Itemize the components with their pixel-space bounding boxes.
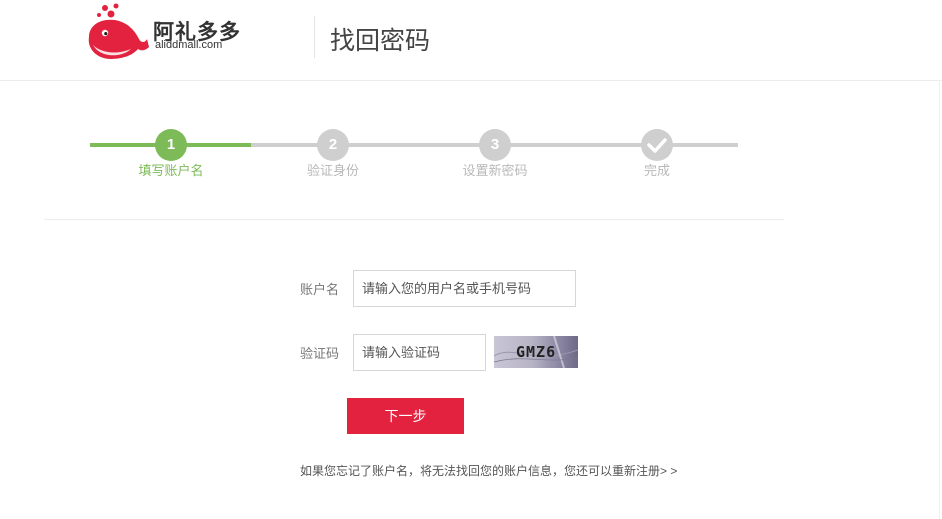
logo[interactable]: 阿礼多多 aliddmall.com bbox=[83, 3, 240, 61]
step-3-circle: 3 bbox=[479, 129, 511, 161]
step-2-label: 验证身份 bbox=[306, 163, 359, 178]
captcha-label: 验证码 bbox=[300, 346, 340, 361]
hint-message: 如果您忘记了账户名，将无法找回您的账户信息，您还可以 bbox=[300, 464, 613, 478]
header-divider bbox=[314, 16, 315, 58]
step-1-label: 填写账户名 bbox=[138, 163, 204, 178]
step-3-label: 设置新密码 bbox=[462, 163, 528, 178]
whale-logo-icon bbox=[88, 3, 149, 59]
captcha-text: GMZ6 bbox=[516, 343, 557, 361]
next-step-button[interactable]: 下一步 bbox=[347, 398, 464, 434]
progress-steps: 1 填写账户名 2 验证身份 3 设置新密码 完成 bbox=[0, 120, 942, 190]
hint-text: 如果您忘记了账户名，将无法找回您的账户信息，您还可以重新注册> > bbox=[300, 462, 677, 479]
checkmark-icon bbox=[647, 138, 667, 153]
captcha-input[interactable] bbox=[353, 334, 486, 371]
step-1-circle: 1 bbox=[155, 129, 187, 161]
step-4-label: 完成 bbox=[643, 163, 670, 178]
account-input[interactable] bbox=[353, 270, 576, 307]
captcha-image[interactable]: GMZ6 bbox=[494, 336, 578, 368]
logo-domain-text: aliddmall.com bbox=[155, 39, 223, 51]
page-title: 找回密码 bbox=[330, 27, 431, 55]
section-divider bbox=[44, 219, 784, 220]
re-register-link[interactable]: 重新注册 bbox=[612, 464, 660, 478]
step-2-circle: 2 bbox=[317, 129, 349, 161]
hint-arrows: > > bbox=[660, 464, 678, 478]
step-4-check-icon bbox=[641, 129, 673, 161]
header: 阿礼多多 aliddmall.com 找回密码 bbox=[0, 0, 942, 81]
account-label: 账户名 bbox=[300, 282, 340, 297]
